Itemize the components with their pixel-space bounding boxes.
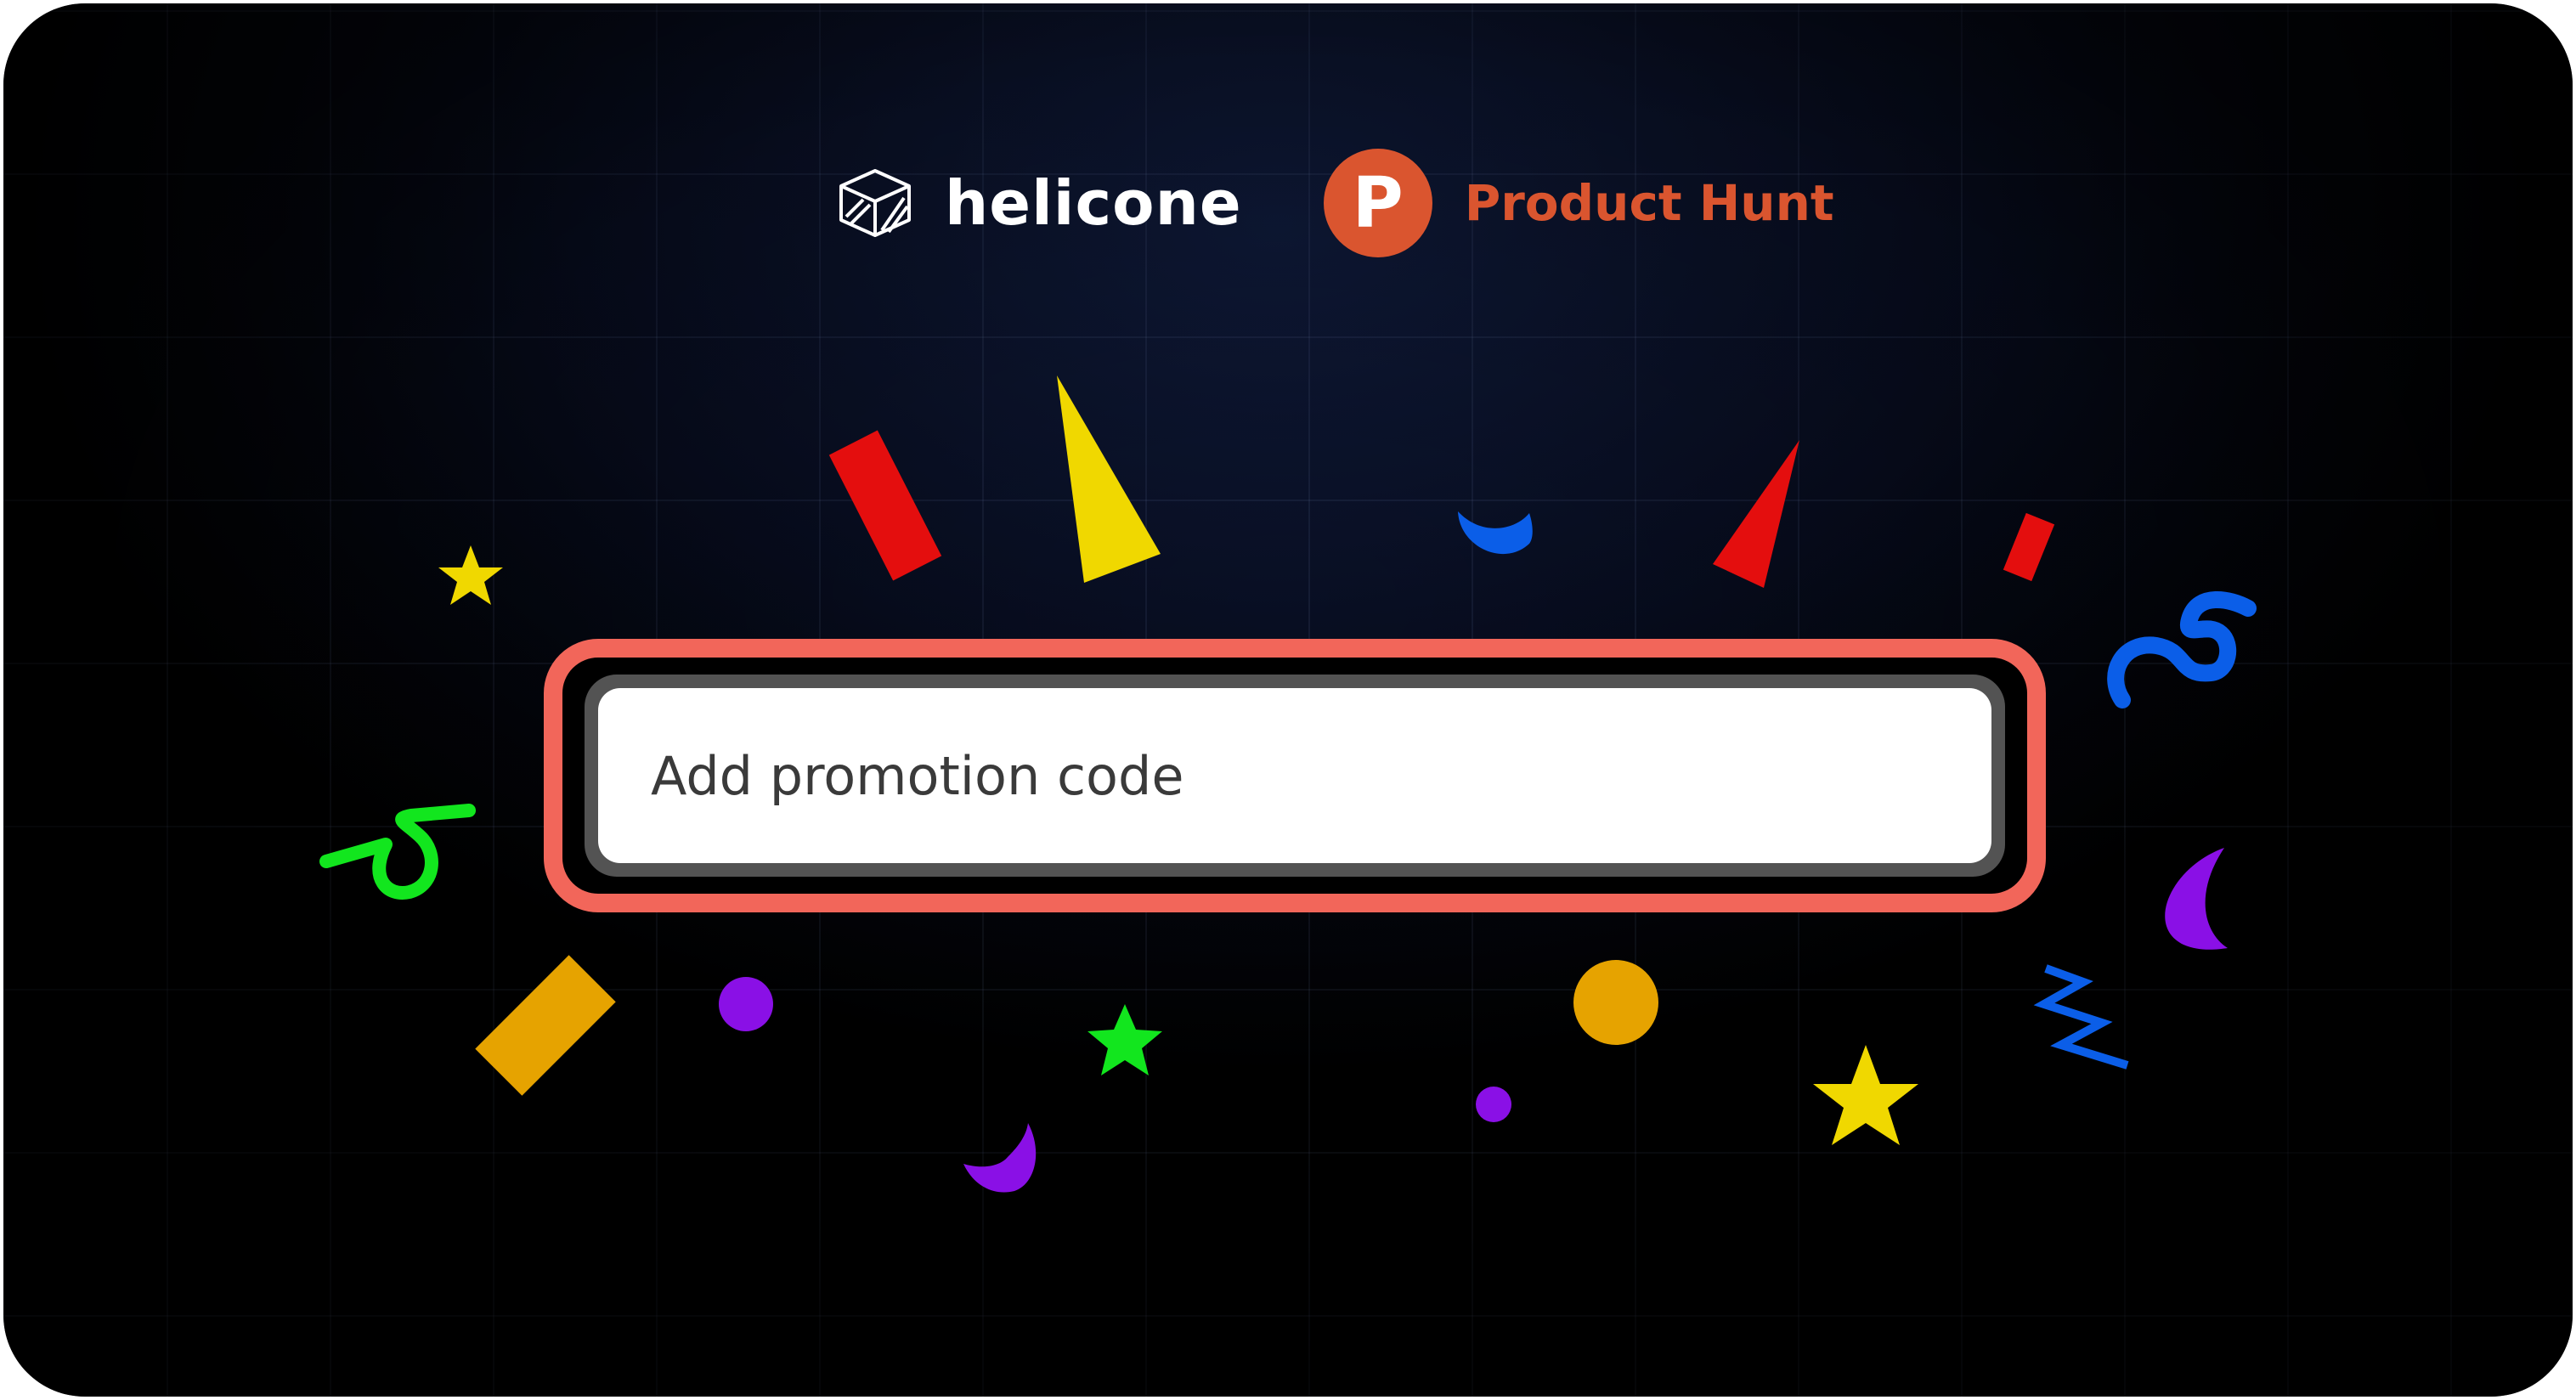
product-hunt-logo: P Product Hunt — [1323, 149, 1834, 257]
promo-code-highlight: Add promotion code — [544, 639, 2046, 912]
helicone-logo: helicone — [836, 164, 1242, 242]
product-hunt-icon: P — [1323, 149, 1432, 257]
brand-logos: helicone P Product Hunt — [836, 148, 1834, 258]
promo-code-placeholder: Add promotion code — [651, 744, 1184, 807]
promo-code-input[interactable]: Add promotion code — [598, 688, 1991, 863]
product-hunt-wordmark: Product Hunt — [1464, 174, 1834, 232]
helicone-wordmark: helicone — [945, 167, 1242, 239]
promo-code-field-frame: Add promotion code — [585, 675, 2005, 877]
helicone-cube-icon — [839, 169, 911, 237]
promo-banner: helicone P Product Hunt Add promotion co… — [3, 3, 2573, 1397]
product-hunt-badge-letter: P — [1352, 162, 1404, 244]
